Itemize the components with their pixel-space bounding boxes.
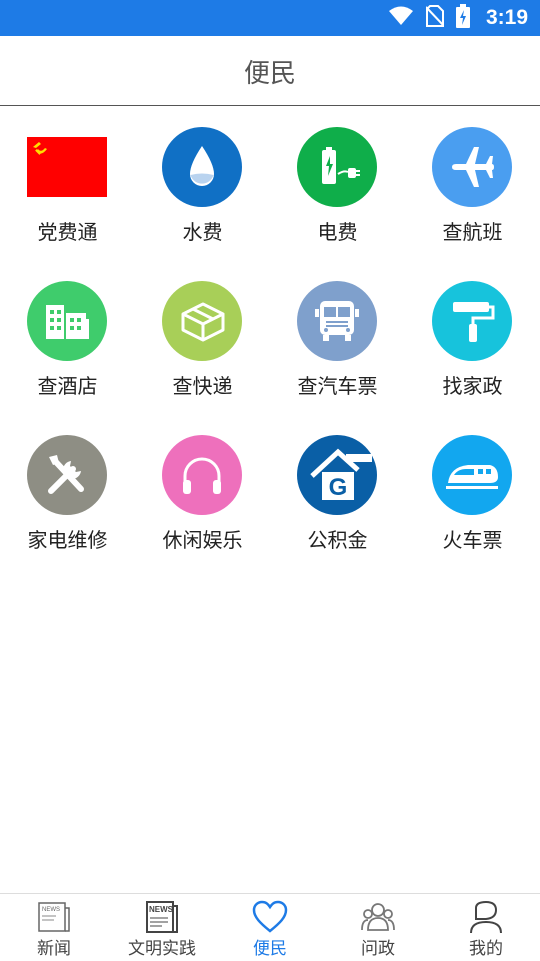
bottom-tab-bar: NEWS 新闻 NEWS 文明实践 便民 问政 我的: [0, 893, 540, 961]
svg-text:NEWS: NEWS: [149, 905, 174, 914]
page-title: 便民: [243, 59, 296, 89]
tab-label: 新闻: [37, 939, 71, 959]
water-drop-icon: [162, 127, 242, 207]
news-paper-icon: NEWS: [144, 900, 180, 934]
package-box-icon: [162, 281, 242, 361]
repair-tools-icon: [27, 435, 107, 515]
tab-convenience[interactable]: 便民: [216, 894, 324, 961]
hotel-building-icon: [27, 281, 107, 361]
status-bar: 3:19: [0, 0, 540, 36]
service-express-tracking[interactable]: 查快递: [135, 281, 270, 411]
service-label: 休闲娱乐: [162, 528, 243, 552]
airplane-icon: [432, 127, 512, 207]
app-header: 便民: [0, 36, 540, 106]
service-flight-search[interactable]: 查航班: [405, 127, 540, 257]
service-train-ticket[interactable]: 火车票: [405, 435, 540, 565]
wifi-icon: [388, 6, 414, 30]
service-appliance-repair[interactable]: 家电维修: [0, 435, 135, 565]
heart-icon: [252, 900, 288, 934]
headphones-icon: [162, 435, 242, 515]
tab-label: 便民: [253, 939, 287, 959]
service-housekeeping[interactable]: 找家政: [405, 281, 540, 411]
service-label: 公积金: [307, 528, 368, 552]
service-label: 家电维修: [27, 528, 108, 552]
svg-text:NEWS: NEWS: [42, 907, 60, 913]
battery-charging-icon: [455, 4, 470, 32]
service-label: 水费: [182, 220, 223, 244]
user-profile-icon: [468, 900, 504, 934]
clock: 3:19: [485, 6, 528, 29]
tab-label: 问政: [361, 939, 395, 959]
tab-civilization-practice[interactable]: NEWS 文明实践: [108, 894, 216, 961]
battery-plug-icon: [297, 127, 377, 207]
service-label: 查航班: [442, 220, 503, 244]
service-water-fee[interactable]: 水费: [135, 127, 270, 257]
service-leisure[interactable]: 休闲娱乐: [135, 435, 270, 565]
tab-label: 文明实践: [128, 939, 196, 959]
service-label: 查快递: [172, 374, 233, 398]
tab-inquiry[interactable]: 问政: [324, 894, 432, 961]
newspaper-icon: NEWS: [36, 900, 72, 934]
svg-text:G: G: [329, 474, 348, 501]
tab-mine[interactable]: 我的: [432, 894, 540, 961]
service-label: 查汽车票: [297, 374, 378, 398]
bus-icon: [297, 281, 377, 361]
service-bus-ticket[interactable]: 查汽车票: [270, 281, 405, 411]
party-flag-icon: [27, 127, 107, 207]
tab-label: 我的: [469, 939, 503, 959]
service-label: 电费: [317, 220, 358, 244]
paint-roller-icon: [432, 281, 512, 361]
service-label: 找家政: [442, 374, 503, 398]
housing-fund-icon: G: [297, 435, 377, 515]
service-label: 火车票: [442, 528, 503, 552]
people-group-icon: [360, 900, 396, 934]
service-label: 党费通: [37, 220, 98, 244]
service-electricity-fee[interactable]: 电费: [270, 127, 405, 257]
service-party-fee[interactable]: 党费通: [0, 127, 135, 257]
service-label: 查酒店: [37, 374, 98, 398]
high-speed-train-icon: [432, 435, 512, 515]
service-hotel-search[interactable]: 查酒店: [0, 281, 135, 411]
no-sim-icon: [425, 5, 445, 31]
tab-news[interactable]: NEWS 新闻: [0, 894, 108, 961]
service-housing-fund[interactable]: G 公积金: [270, 435, 405, 565]
